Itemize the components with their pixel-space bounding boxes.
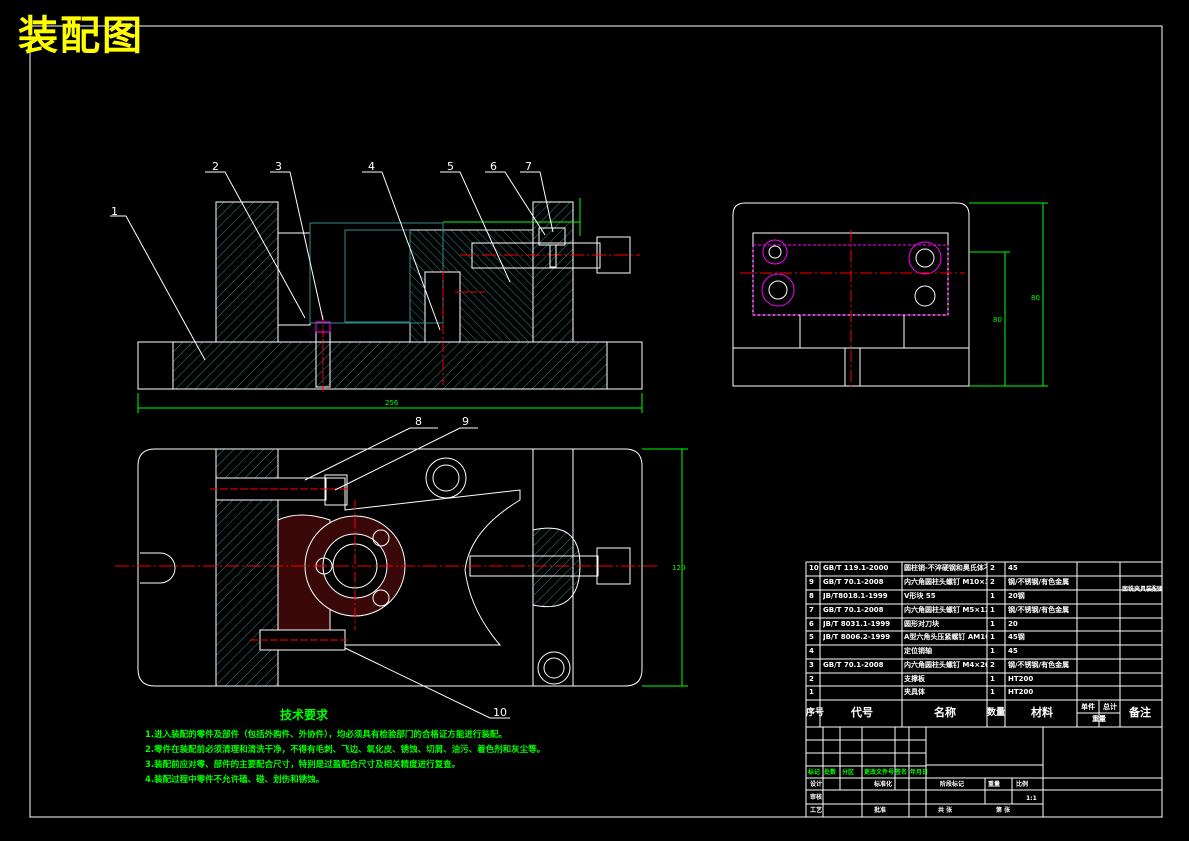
dim-side-height-b: 80 xyxy=(993,316,1002,324)
bom-name: 支撑板 xyxy=(904,675,925,683)
bom-material: 45 xyxy=(1008,564,1018,572)
bom-no: 1 xyxy=(809,688,814,696)
bom-header-note: 备注 xyxy=(1129,706,1151,719)
bom-name: V形块 55 xyxy=(904,592,936,600)
bom-header-code: 代号 xyxy=(851,706,873,719)
bom-name: 内六角圆柱头螺钉 M4×20 xyxy=(904,661,987,669)
part-number-1: 1 xyxy=(111,205,118,218)
tech-line-3: 3.装配前应对零、部件的主要配合尺寸，特别是过盈配合尺寸及相关精度进行复查。 xyxy=(145,760,461,770)
tb-sheet2: 第 张 xyxy=(996,807,1011,814)
bom-header-weight: 重量 xyxy=(1092,715,1106,723)
tb-scale: 比例 xyxy=(1016,781,1029,788)
bom-header-qty: 数量 xyxy=(987,708,1006,718)
part-number-6: 6 xyxy=(490,160,497,173)
tb-standard: 标准化 xyxy=(874,781,893,788)
tb-count: 处数 xyxy=(824,769,837,776)
bom-name: 内六角圆柱头螺钉 M5×12 xyxy=(904,606,987,614)
bom-qty: 1 xyxy=(990,606,995,614)
front-view: 256 1 2 3 4 5 6 7 xyxy=(110,160,643,413)
bom-qty: 2 xyxy=(990,564,995,572)
bom-header-name: 名称 xyxy=(934,706,956,719)
bom-no: 8 xyxy=(809,592,814,600)
tech-line-4: 4.装配过程中零件不允许磕、碰、划伤和锈蚀。 xyxy=(145,775,325,785)
tb-zone: 分区 xyxy=(842,769,855,776)
bom-name: 圆形对刀块 xyxy=(904,620,939,628)
part-number-10: 10 xyxy=(493,706,507,719)
bom-qty: 1 xyxy=(990,592,995,600)
bom-material: 45 xyxy=(1008,647,1018,655)
tb-design: 设计 xyxy=(810,781,823,788)
tech-heading: 技术要求 xyxy=(280,708,329,722)
bom-name: 内六角圆柱头螺钉 M10×35 xyxy=(904,578,987,586)
bom-header-material: 材料 xyxy=(1031,706,1053,719)
bom-material: 20 xyxy=(1008,620,1018,628)
bom-no: 10 xyxy=(809,564,819,572)
bom-no: 3 xyxy=(809,661,814,669)
bom-code: JB/T8018.1-1999 xyxy=(823,592,888,600)
tb-date: 年月日 xyxy=(910,769,929,776)
dim-top-width: 120 xyxy=(672,564,685,572)
bom-material: 钢/不锈钢/有色金属 xyxy=(1008,578,1070,586)
bom-code: GB/T 70.1-2008 xyxy=(823,661,884,669)
bom-no: 2 xyxy=(809,675,814,683)
bom-name: 夹具体 xyxy=(904,688,925,696)
bom-name: 定位销轴 xyxy=(904,647,932,655)
bom-header-no: 序号 xyxy=(806,708,825,718)
tb-stage: 阶段标记 xyxy=(940,781,965,788)
bom-no: 9 xyxy=(809,578,814,586)
bom-code: GB/T 119.1-2000 xyxy=(823,564,889,572)
bom-name: A型六角头压紧螺钉 AM16×70 xyxy=(904,633,987,641)
dim-front-length: 256 xyxy=(385,399,399,407)
bom-code: GB/T 70.1-2008 xyxy=(823,606,884,614)
bom-no: 6 xyxy=(809,620,814,628)
side-view: 80 80 xyxy=(732,202,1048,390)
bom-code: GB/T 70.1-2008 xyxy=(823,578,884,586)
dim-side-height-a: 80 xyxy=(1031,294,1040,302)
bom-name: 圆柱销-不淬硬钢和奥氏体不锈钢 6×4 xyxy=(904,564,987,572)
bom-material: 20钢 xyxy=(1008,592,1025,600)
bom-code: JB/T 8006.2-1999 xyxy=(823,633,891,641)
bom-no: 5 xyxy=(809,633,814,641)
tb-process: 工艺 xyxy=(810,807,823,814)
bom-no: 7 xyxy=(809,606,814,614)
drawing-title: 装配图 xyxy=(18,13,144,59)
bom-qty: 2 xyxy=(990,578,995,586)
bom-qty: 1 xyxy=(990,688,995,696)
bill-of-materials: 10 GB/T 119.1-2000 圆柱销-不淬硬钢和奥氏体不锈钢 6×4 2… xyxy=(806,562,1162,817)
bom-material: HT200 xyxy=(1008,688,1034,696)
part-number-8: 8 xyxy=(415,415,422,428)
tb-review: 审核 xyxy=(810,794,823,801)
tb-sheet: 共 张 xyxy=(938,807,953,814)
tb-scale-value: 1:1 xyxy=(1026,795,1037,802)
bom-material: 45钢 xyxy=(1008,633,1025,641)
bom-qty: 1 xyxy=(990,647,995,655)
bom-side-note: 面铣夹具装配图 xyxy=(1122,586,1162,593)
tb-weight: 重量 xyxy=(988,781,1001,788)
bom-material: 钢/不锈钢/有色金属 xyxy=(1008,606,1070,614)
bom-qty: 2 xyxy=(990,661,995,669)
bom-qty: 1 xyxy=(990,675,995,683)
tech-line-1: 1.进入装配的零件及部件（包括外购件、外协件），均必须具有检验部门的合格证方能进… xyxy=(145,730,507,740)
part-number-7: 7 xyxy=(525,160,532,173)
part-number-4: 4 xyxy=(368,160,375,173)
bom-code: JB/T 8031.1-1999 xyxy=(823,620,891,628)
bom-material: HT200 xyxy=(1008,675,1034,683)
tb-approve: 批准 xyxy=(874,807,887,814)
bom-no: 4 xyxy=(809,647,814,655)
tech-line-2: 2.零件在装配前必须清理和清洗干净，不得有毛刺、飞边、氧化皮、锈蚀、切屑、油污、… xyxy=(145,745,546,755)
part-number-9: 9 xyxy=(462,415,469,428)
tb-sign: 签名 xyxy=(895,769,908,776)
top-view: 120 8 9 10 xyxy=(115,415,688,719)
bom-material: 钢/不锈钢/有色金属 xyxy=(1008,661,1070,669)
part-number-2: 2 xyxy=(212,160,219,173)
part-number-5: 5 xyxy=(447,160,454,173)
part-number-3: 3 xyxy=(275,160,282,173)
bom-qty: 1 xyxy=(990,620,995,628)
bom-qty: 1 xyxy=(990,633,995,641)
